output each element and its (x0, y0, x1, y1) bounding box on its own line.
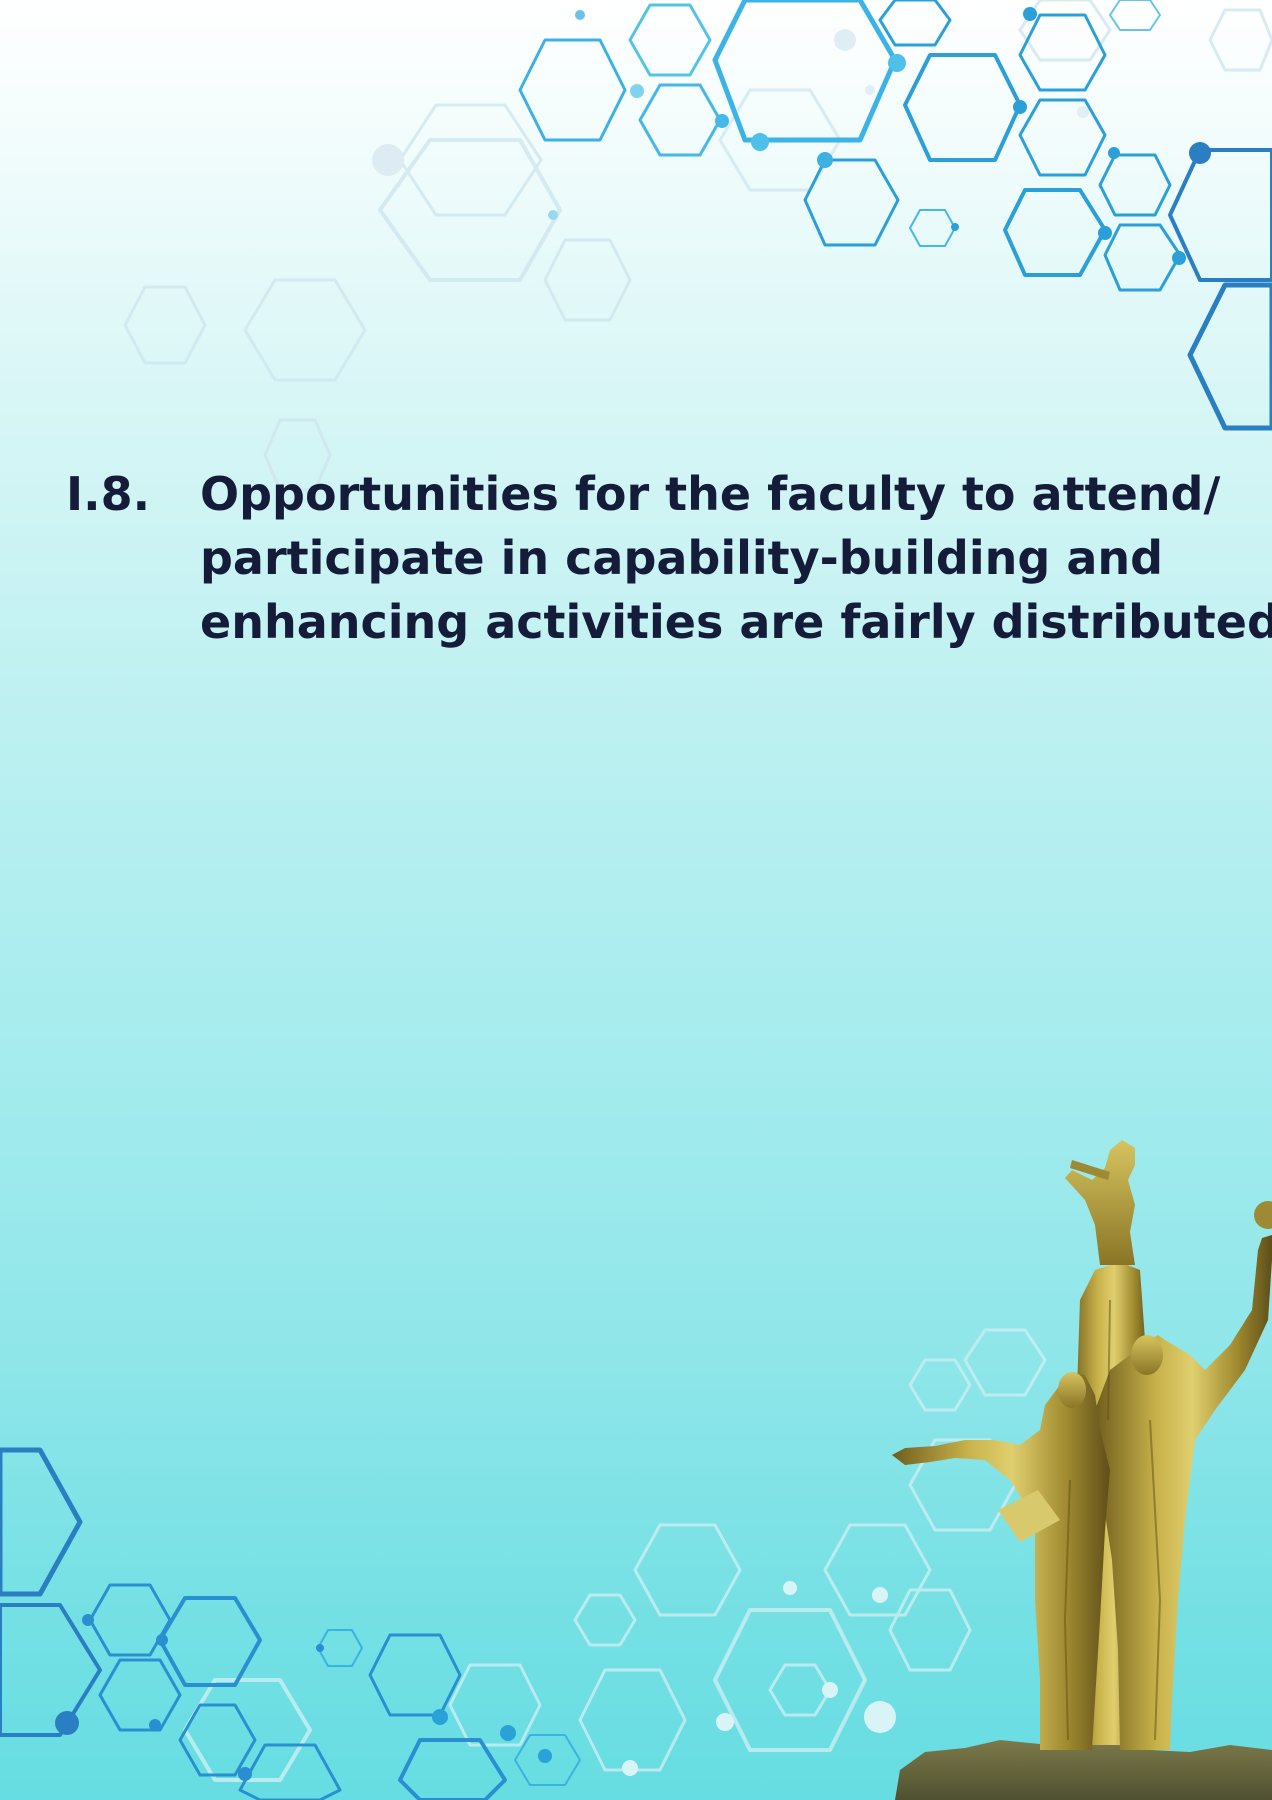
item-statement: Opportunities for the faculty to attend/… (200, 462, 1272, 654)
item-statement-line-2: participate in capability-building and (200, 531, 1164, 585)
item-statement-line-3: enhancing activities are fairly distribu… (200, 595, 1272, 649)
monument-statue (892, 1140, 1272, 1800)
item-number: I.8. (66, 467, 151, 521)
item-statement-line-1: Opportunities for the faculty to attend/ (200, 467, 1221, 521)
page: I.8. Opportunities for the faculty to at… (0, 0, 1272, 1800)
